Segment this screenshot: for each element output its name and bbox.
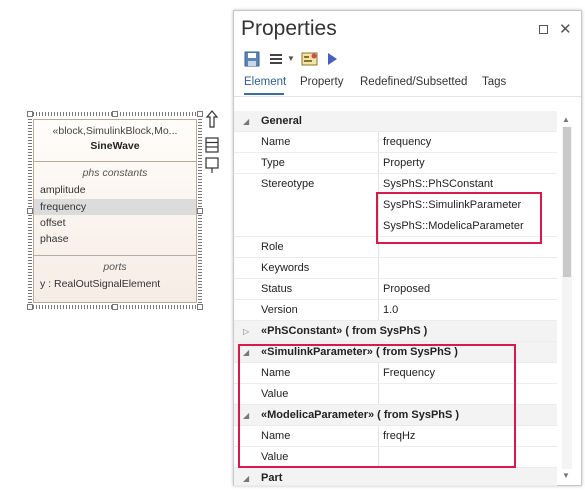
tab-tags[interactable]: Tags xyxy=(482,76,506,88)
highlight-stereotypes xyxy=(376,192,542,244)
save-icon[interactable] xyxy=(244,50,260,68)
compartment-list-icon[interactable] xyxy=(204,136,220,154)
row-name[interactable]: Name frequency xyxy=(234,132,557,153)
block-name: SineWave xyxy=(90,140,140,152)
play-icon[interactable] xyxy=(326,50,338,68)
resize-handle-e[interactable] xyxy=(197,208,203,214)
vertical-scrollbar[interactable]: ▲ ▼ xyxy=(560,115,573,481)
section-part[interactable]: ◢ Part xyxy=(234,468,557,486)
block-divider xyxy=(34,255,196,256)
properties-icon[interactable] xyxy=(301,50,319,68)
compartment-title-phs-constants: phs constants xyxy=(82,167,148,179)
tab-redefined-subsetted[interactable]: Redefined/Subsetted xyxy=(360,76,467,88)
menu-icon[interactable] xyxy=(268,50,284,68)
block-item-phase[interactable]: phase xyxy=(34,231,196,247)
resize-handle-sw[interactable] xyxy=(27,304,33,310)
row-status[interactable]: Status Proposed xyxy=(234,279,557,300)
block-item-frequency[interactable]: frequency xyxy=(34,199,196,215)
resize-handle-ne[interactable] xyxy=(197,111,203,117)
collapse-icon[interactable]: ◢ xyxy=(243,468,249,489)
resize-handle-n[interactable] xyxy=(112,111,118,117)
block-stereotype: «block,SimulinkBlock,Mo... xyxy=(52,125,178,137)
restore-window-icon[interactable] xyxy=(539,25,548,34)
sinewave-block[interactable]: «block,SimulinkBlock,Mo... SineWave phs … xyxy=(33,119,197,303)
tab-divider xyxy=(234,96,581,97)
block-divider xyxy=(34,161,196,162)
highlight-parameter-sections xyxy=(238,344,516,468)
row-keywords[interactable]: Keywords xyxy=(234,258,557,279)
scroll-down-icon[interactable]: ▼ xyxy=(562,471,570,480)
quicklink-arrow-icon[interactable] xyxy=(204,110,220,128)
resize-handle-se[interactable] xyxy=(197,304,203,310)
scroll-up-icon[interactable]: ▲ xyxy=(562,115,570,124)
row-version[interactable]: Version 1.0 xyxy=(234,300,557,321)
scroll-thumb[interactable] xyxy=(563,127,571,277)
block-item-amplitude[interactable]: amplitude xyxy=(34,182,196,198)
expand-icon[interactable]: ▷ xyxy=(243,321,249,342)
active-tab-indicator xyxy=(244,93,284,95)
compartment-title-ports: ports xyxy=(103,261,127,273)
block-item-port-y[interactable]: y : RealOutSignalElement xyxy=(34,276,196,292)
row-type[interactable]: Type Property xyxy=(234,153,557,174)
resize-handle-w[interactable] xyxy=(27,208,33,214)
note-connector-icon[interactable] xyxy=(204,156,220,174)
tab-property[interactable]: Property xyxy=(300,76,343,88)
section-general[interactable]: ◢ General xyxy=(234,111,557,132)
collapse-icon[interactable]: ◢ xyxy=(243,111,249,132)
properties-window: Properties ✕ ▼ Element Property Redefine… xyxy=(233,10,582,486)
tab-element[interactable]: Element xyxy=(244,76,286,88)
close-icon[interactable]: ✕ xyxy=(559,20,572,38)
resize-handle-nw[interactable] xyxy=(27,111,33,117)
dropdown-arrow-icon[interactable]: ▼ xyxy=(287,50,295,68)
block-item-offset[interactable]: offset xyxy=(34,215,196,231)
resize-handle-s[interactable] xyxy=(112,304,118,310)
section-phsconstant[interactable]: ▷ «PhSConstant» ( from SysPhS ) xyxy=(234,321,557,342)
properties-title: Properties xyxy=(241,17,337,40)
